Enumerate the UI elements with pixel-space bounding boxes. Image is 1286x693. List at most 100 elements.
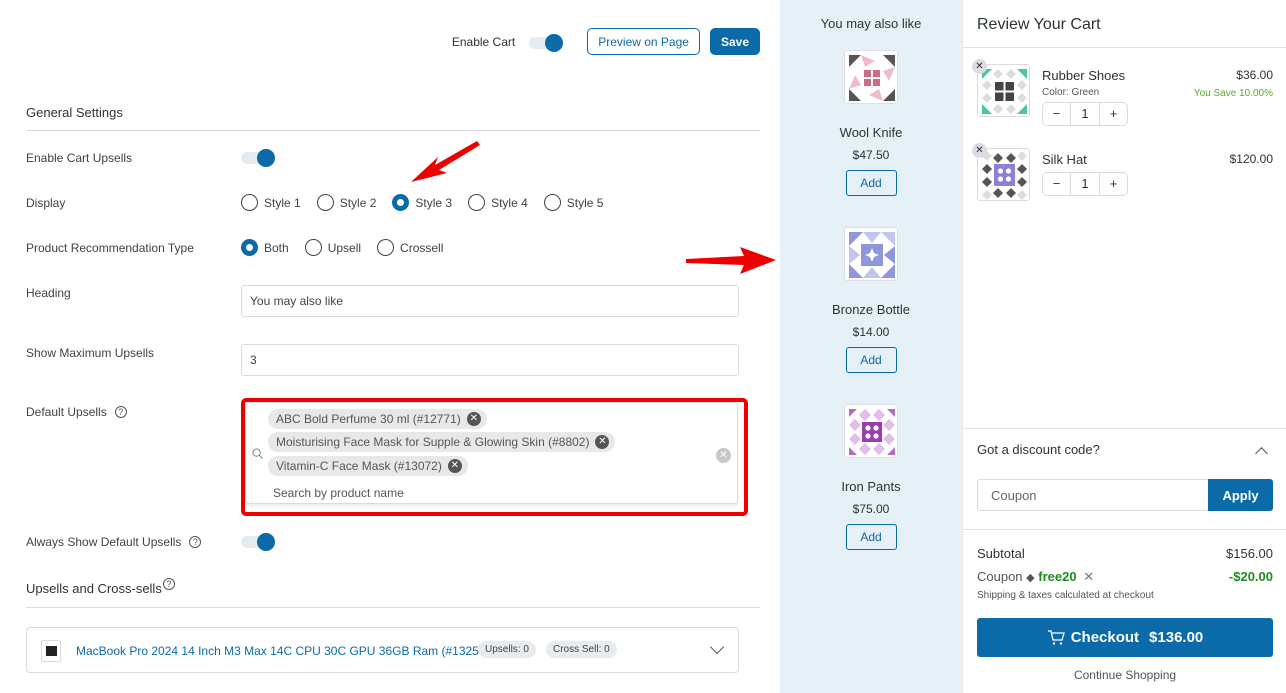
always-show-toggle[interactable] [241, 533, 275, 551]
radio-crossell[interactable]: Crossell [377, 239, 443, 256]
product-upsell-row[interactable]: MacBook Pro 2024 14 Inch M3 Max 14C CPU … [26, 627, 739, 673]
remove-item-icon[interactable]: ✕ [972, 59, 987, 74]
product-name-link[interactable]: MacBook Pro 2024 14 Inch M3 Max 14C CPU … [76, 644, 490, 658]
divider [963, 428, 1286, 429]
quantity-value[interactable]: 1 [1070, 103, 1100, 125]
continue-shopping-link[interactable]: Continue Shopping [963, 668, 1286, 682]
quantity-stepper: − 1 + [1042, 102, 1128, 126]
upsell-product-name: Wool Knife [839, 125, 903, 140]
upsell-item: Iron Pants $75.00 Add [780, 404, 962, 550]
cart-item-savings: You Save 10.00% [1193, 88, 1273, 99]
preview-on-page-button[interactable]: Preview on Page [587, 28, 700, 55]
coupon-input[interactable]: Coupon [977, 479, 1209, 511]
quantity-stepper: − 1 + [1042, 172, 1128, 196]
coupon-code: free20 [1038, 569, 1077, 584]
top-toolbar: Enable Cart Preview on Page Save [452, 28, 760, 55]
subtotal-value: $156.00 [1226, 546, 1273, 561]
cart-item-name: Silk Hat [1042, 152, 1087, 167]
product-image [844, 404, 898, 458]
upsell-product-name: Iron Pants [841, 479, 901, 494]
laptop-thumbnail [41, 640, 61, 662]
remove-item-icon[interactable]: ✕ [972, 143, 987, 158]
add-upsell-button[interactable]: Add [845, 170, 897, 196]
radio-both[interactable]: Both [241, 239, 289, 256]
upsells-section-title: Upsells and Cross-sells ? [26, 578, 175, 596]
cart-item: ✕ Silk Hat $120.00 − 1 + [972, 143, 1273, 202]
radio-style-5[interactable]: Style 5 [543, 194, 603, 211]
cart-icon [1047, 629, 1065, 645]
settings-panel: Enable Cart Preview on Page Save General… [0, 0, 780, 693]
product-image [844, 227, 898, 281]
checkout-label: Checkout [1070, 629, 1140, 646]
divider [26, 130, 760, 131]
radio-style-1[interactable]: Style 1 [241, 194, 301, 211]
upsell-item: Wool Knife $47.50 Add [780, 50, 962, 196]
divider [26, 607, 760, 608]
coupon-label: Coupon [977, 569, 1023, 584]
product-image [977, 148, 1030, 201]
checkout-button[interactable]: Checkout $136.00 [977, 618, 1273, 657]
divider [963, 529, 1286, 530]
decrease-qty-button[interactable]: − [1043, 173, 1070, 195]
chevron-up-icon[interactable] [1255, 447, 1268, 460]
discount-title: Got a discount code? [977, 442, 1100, 457]
cart-item-price: $36.00 [1236, 68, 1273, 82]
upsell-item: Bronze Bottle $14.00 Add [780, 227, 962, 373]
subtotal-row: Subtotal $156.00 [977, 546, 1273, 561]
enable-cart-toggle[interactable] [529, 33, 564, 52]
remove-chip-icon[interactable]: ✕ [447, 459, 462, 473]
product-image [977, 64, 1030, 117]
max-upsells-label: Show Maximum Upsells [26, 346, 155, 360]
product-image [844, 50, 898, 104]
quantity-value[interactable]: 1 [1070, 173, 1100, 195]
cart-item: ✕ Rubber Shoes Color: Green $36.00 You S… [972, 59, 1273, 126]
decrease-qty-button[interactable]: − [1043, 103, 1070, 125]
upsell-chip: Moisturising Face Mask for Supple & Glow… [268, 432, 616, 452]
checkout-total: $136.00 [1149, 629, 1204, 646]
general-settings-title: General Settings [26, 105, 123, 120]
remove-chip-icon[interactable]: ✕ [595, 435, 610, 449]
coupon-row: Coupon ◆ free20 ✕ -$20.00 [977, 569, 1273, 585]
upsell-product-price: $47.50 [852, 148, 890, 162]
radio-style-4[interactable]: Style 4 [468, 194, 528, 211]
add-upsell-button[interactable]: Add [845, 347, 897, 373]
default-upsells-label: Default Upsells ? [26, 405, 127, 419]
help-icon[interactable]: ? [162, 578, 175, 590]
increase-qty-button[interactable]: + [1100, 103, 1127, 125]
help-icon[interactable]: ? [189, 536, 202, 548]
remove-chip-icon[interactable]: ✕ [466, 412, 481, 426]
upsell-chip: Vitamin-C Face Mask (#13072) ✕ [268, 456, 468, 476]
display-style-radio-group: Style 1 Style 2 Style 3 Style 4 Style 5 [241, 194, 603, 211]
save-button[interactable]: Save [709, 28, 760, 55]
heading-input[interactable]: You may also like [241, 285, 739, 317]
rec-type-label: Product Recommendation Type [26, 241, 194, 255]
cart-item-price: $120.00 [1229, 152, 1273, 166]
add-upsell-button[interactable]: Add [845, 524, 897, 550]
enable-upsells-toggle[interactable] [241, 149, 275, 167]
default-upsells-select[interactable]: ABC Bold Perfume 30 ml (#12771) ✕ Moistur… [245, 402, 738, 504]
upsell-product-name: Bronze Bottle [831, 302, 911, 317]
increase-qty-button[interactable]: + [1100, 173, 1127, 195]
clear-all-icon[interactable]: ✕ [716, 448, 731, 463]
cross-sell-count-badge: Cross Sell: 0 [546, 641, 617, 658]
cart-item-variant: Color: Green [1042, 87, 1100, 98]
cart-title: Review Your Cart [977, 16, 1101, 33]
apply-coupon-button[interactable]: Apply [1208, 479, 1273, 511]
default-upsells-highlight: ABC Bold Perfume 30 ml (#12771) ✕ Moistur… [241, 398, 748, 516]
max-upsells-input[interactable]: 3 [241, 344, 739, 376]
upsells-count-badge: Upsells: 0 [478, 641, 536, 658]
radio-style-3[interactable]: Style 3 [392, 194, 452, 211]
help-icon[interactable]: ? [114, 406, 127, 418]
remove-coupon-icon[interactable]: ✕ [1083, 569, 1094, 584]
enable-upsells-label: Enable Cart Upsells [26, 151, 133, 165]
radio-upsell[interactable]: Upsell [304, 239, 361, 256]
product-search-input[interactable]: Search by product name [273, 486, 404, 500]
radio-style-2[interactable]: Style 2 [316, 194, 376, 211]
upsell-chip: ABC Bold Perfume 30 ml (#12771) ✕ [268, 409, 487, 429]
chevron-down-icon[interactable] [709, 639, 725, 655]
search-icon [252, 448, 263, 459]
shipping-note: Shipping & taxes calculated at checkout [977, 590, 1154, 601]
subtotal-label: Subtotal [977, 546, 1025, 561]
upsell-preview-panel: You may also like Wool Knife $47.50 Add [780, 0, 962, 693]
always-show-label: Always Show Default Upsells ? [26, 535, 202, 549]
